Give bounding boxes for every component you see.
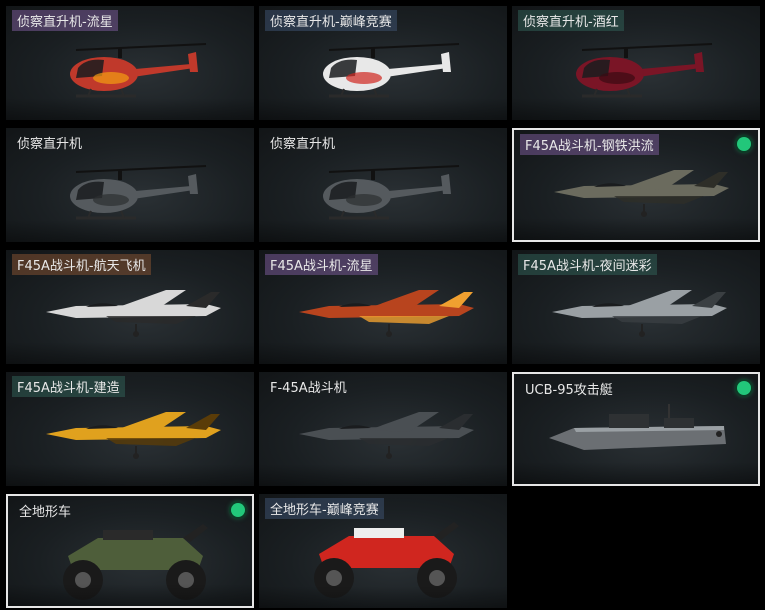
vehicle-name: 全地形车-巅峰竞赛 (265, 498, 384, 519)
jet-icon (552, 290, 727, 337)
vehicle-card[interactable]: 全地形车-巅峰竞赛 (259, 494, 507, 608)
helicopter-icon (70, 165, 207, 220)
vehicle-name: 侦察直升机-流星 (12, 10, 118, 31)
equipped-badge (737, 381, 751, 395)
helicopter-icon (70, 43, 207, 98)
vehicle-name: 侦察直升机-酒红 (518, 10, 624, 31)
vehicle-card[interactable]: F-45A战斗机 (259, 372, 507, 486)
boat-icon (549, 404, 726, 450)
vehicle-card[interactable]: 侦察直升机 (6, 128, 254, 242)
equipped-badge (737, 137, 751, 151)
vehicle-name: 侦察直升机 (17, 137, 83, 152)
vehicle-name: 全地形车 (19, 505, 72, 520)
atv-icon (63, 524, 208, 600)
vehicle-card[interactable]: 侦察直升机-酒红 (512, 6, 760, 120)
vehicle-name: F45A战斗机-钢铁洪流 (520, 134, 659, 155)
vehicle-name: F45A战斗机-流星 (265, 254, 378, 275)
vehicle-name: 侦察直升机 (270, 137, 336, 152)
helicopter-icon (323, 43, 460, 98)
vehicle-name: F45A战斗机-夜间迷彩 (518, 254, 657, 275)
jet-icon (46, 412, 221, 459)
vehicle-card[interactable]: 侦察直升机-流星 (6, 6, 254, 120)
jet-icon (299, 412, 474, 459)
vehicle-card[interactable]: F45A战斗机-航天飞机 (6, 250, 254, 364)
vehicle-grid: 侦察直升机-流星 侦察直升机-巅峰竞赛 侦察直升机-酒红 侦察直升机 侦察直升机… (0, 0, 765, 610)
vehicle-name: F-45A战斗机 (270, 381, 347, 396)
atv-icon (314, 522, 459, 598)
jet-icon (554, 170, 729, 217)
vehicle-card[interactable]: 全地形车 (6, 494, 254, 608)
vehicle-card[interactable]: F45A战斗机-流星 (259, 250, 507, 364)
vehicle-name: 侦察直升机-巅峰竞赛 (265, 10, 397, 31)
equipped-badge (231, 503, 245, 517)
jet-icon (299, 290, 474, 337)
helicopter-icon (576, 43, 713, 98)
vehicle-card[interactable]: F45A战斗机-建造 (6, 372, 254, 486)
vehicle-card[interactable]: 侦察直升机 (259, 128, 507, 242)
vehicle-card[interactable]: F45A战斗机-钢铁洪流 (512, 128, 760, 242)
vehicle-card[interactable]: UCB-95攻击艇 (512, 372, 760, 486)
helicopter-icon (323, 165, 460, 220)
vehicle-name: F45A战斗机-建造 (12, 376, 125, 397)
jet-icon (46, 290, 221, 337)
vehicle-name: F45A战斗机-航天飞机 (12, 254, 151, 275)
vehicle-card[interactable]: F45A战斗机-夜间迷彩 (512, 250, 760, 364)
vehicle-card[interactable]: 侦察直升机-巅峰竞赛 (259, 6, 507, 120)
vehicle-name: UCB-95攻击艇 (525, 383, 613, 398)
